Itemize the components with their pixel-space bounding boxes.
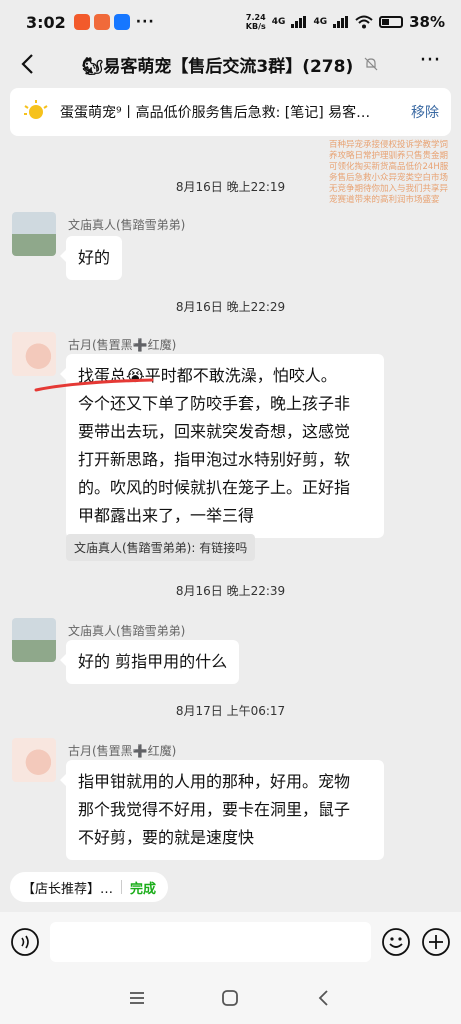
quoted-message[interactable]: 文庙真人(售踏雪弟弟): 有链接吗: [66, 534, 256, 561]
status-time: 3:02: [26, 12, 66, 32]
lightbulb-icon: [24, 100, 48, 119]
add-icon[interactable]: [421, 927, 451, 957]
back-icon[interactable]: [14, 50, 42, 78]
input-bar: [0, 912, 461, 972]
message-line: 指甲钳就用的人用的那种，好用。宠物: [78, 772, 351, 791]
message-line: 那个我觉得不好用，要卡在洞里，鼠子: [78, 800, 351, 819]
message-bubble[interactable]: 好的: [59, 236, 123, 280]
more-notifications-icon: ···: [135, 14, 155, 30]
timestamp: 8月17日 上午06:17: [175, 704, 286, 718]
sender-name: 文庙真人(售踏雪弟弟): [68, 624, 186, 638]
timestamp: 8月16日 晚上22:29: [175, 300, 286, 314]
mute-bell-icon: [364, 57, 378, 71]
message-line: 的。吹风的时候就扒在笼子上。正好指: [78, 478, 351, 497]
timestamp: 8月16日 晚上22:39: [175, 584, 286, 598]
notification-app-icon: [73, 14, 90, 30]
message-bubble[interactable]: 好的 剪指甲用的什么: [59, 640, 240, 684]
back-nav-icon[interactable]: [314, 988, 334, 1008]
signal-bars-icon: [291, 16, 307, 28]
pinned-message[interactable]: 蛋蛋萌宠⁹丨高品低价服务售后急救: [笔记] 易客… 移除: [10, 88, 451, 136]
status-bar: 3:02 ··· 7.24 KB/s 4G 4G 38%: [0, 0, 461, 44]
system-nav-bar: [0, 972, 461, 1024]
sender-name: 文庙真人(售踏雪弟弟): [68, 218, 186, 232]
remove-pin-button[interactable]: 移除: [411, 102, 439, 122]
signal-icon: 4G: [271, 17, 286, 27]
wifi-icon: [355, 15, 373, 29]
alipay-icon: [113, 14, 130, 30]
avatar[interactable]: [12, 212, 56, 256]
message-line: 甲都露出来了，一举三得: [78, 506, 255, 525]
sender-name: 古月(售置黑➕红魔): [68, 338, 177, 352]
red-underline-annotation: [34, 378, 154, 392]
avatar[interactable]: [12, 738, 56, 782]
ad-overlay-text: 百种异宠承接侵权投诉学教学饲养攻略日常护理驯养只售贵金期可领化掏买新货高品低价2…: [329, 140, 449, 205]
done-button[interactable]: 完成: [130, 878, 156, 897]
shop-chip-label: 【店长推荐】…: [22, 881, 114, 897]
avatar[interactable]: [12, 618, 56, 662]
sender-name: 古月(售置黑➕红魔): [68, 744, 177, 758]
home-icon[interactable]: [220, 988, 240, 1008]
message-line: 不好剪，要的就是速度快: [78, 828, 255, 847]
chat-header: 🐿易客萌宠【售后交流3群】(278) ···: [0, 44, 461, 84]
more-options-icon[interactable]: ···: [413, 50, 447, 78]
message-line: 打开新思路，指甲泡过水特别好剪，软: [78, 450, 351, 469]
message-bubble[interactable]: 指甲钳就用的人用的那种，好用。宠物 那个我觉得不好用，要卡在洞里，鼠子 不好剪，…: [60, 760, 384, 860]
menu-icon[interactable]: [127, 988, 147, 1008]
message-line: 要带出去玩，回来就突发奇想，这感觉: [78, 422, 351, 441]
voice-input-icon[interactable]: [10, 927, 40, 957]
chat-title: 🐿易客萌宠【售后交流3群】(278): [82, 52, 379, 77]
notification-app-icon: [93, 14, 110, 30]
message-input[interactable]: [50, 922, 371, 962]
emoji-icon[interactable]: [381, 927, 411, 957]
pinned-text: 蛋蛋萌宠⁹丨高品低价服务售后急救: [笔记] 易客…: [60, 105, 371, 121]
timestamp: 8月16日 晚上22:19: [175, 180, 286, 194]
avatar[interactable]: [12, 332, 56, 376]
network-speed: 7.24 KB/s: [245, 13, 266, 31]
battery-icon: [379, 16, 404, 28]
battery-percent: 38%: [409, 13, 445, 31]
signal-icon: 4G: [313, 17, 328, 27]
divider: [121, 880, 123, 894]
signal-bars-icon: [333, 16, 349, 28]
shop-recommendation-chip[interactable]: 【店长推荐】… 完成: [10, 872, 169, 902]
